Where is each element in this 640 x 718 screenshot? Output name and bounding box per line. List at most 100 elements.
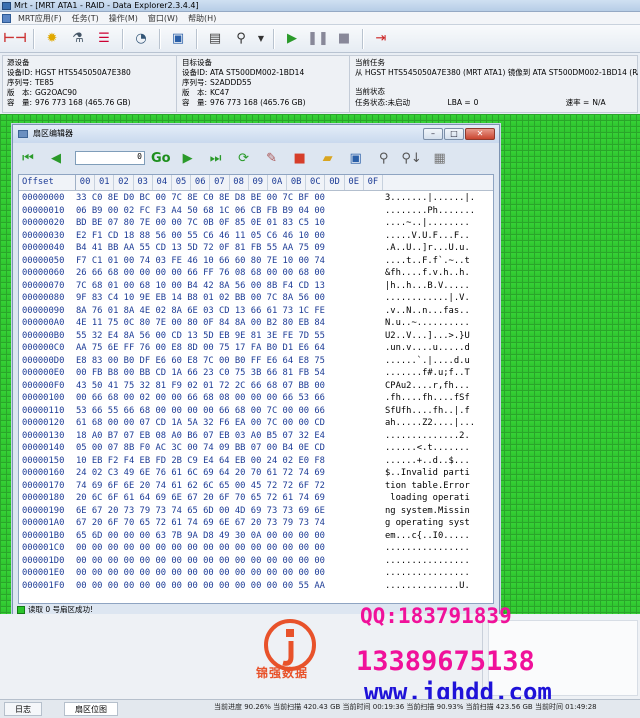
hex-row[interactable]: 000000E0 00 FB B8 00 BB CD 1A 66 23 C0 75… [19,367,493,380]
row-ascii[interactable]: .v..N..n...fas.. [383,305,493,318]
last-sector-button[interactable]: ⏭ [205,147,227,169]
menu-help[interactable]: 帮助(H) [183,13,221,24]
row-hex-bytes[interactable]: 00 00 00 00 00 00 00 00 00 00 00 00 00 0… [76,580,383,593]
row-hex-bytes[interactable]: 33 C0 8E D0 BC 00 7C 8E C0 8E D8 BE 00 7… [76,192,383,205]
close-button[interactable]: ✕ [465,128,495,140]
row-hex-bytes[interactable]: 20 6C 6F 61 64 69 6E 67 20 6F 70 65 72 6… [76,492,383,505]
row-hex-bytes[interactable]: 18 A0 B7 07 EB 08 A0 B6 07 EB 03 A0 B5 0… [76,430,383,443]
hex-row[interactable]: 000001F0 00 00 00 00 00 00 00 00 00 00 00… [19,580,493,593]
row-ascii[interactable]: ......`.|....d.u [383,355,493,368]
settings-button[interactable]: ✹ [41,28,63,50]
row-hex-bytes[interactable]: 65 6D 00 00 00 63 7B 9A D8 49 30 0A 00 0… [76,530,383,543]
row-hex-bytes[interactable]: 7C 68 01 00 68 10 00 B4 42 8A 56 00 8B F… [76,280,383,293]
probe-dropdown[interactable]: ▼ [256,28,266,50]
menu-mrt-app[interactable]: MRT应用(F) [13,13,67,24]
hex-row[interactable]: 00000130 18 A0 B7 07 EB 08 A0 B6 07 EB 03… [19,430,493,443]
row-ascii[interactable]: 3.......|......|. [383,192,493,205]
row-ascii[interactable]: tion table.Error [383,480,493,493]
row-ascii[interactable]: g operating syst [383,517,493,530]
row-hex-bytes[interactable]: 05 00 07 8B F0 AC 3C 00 74 09 BB 07 00 B… [76,442,383,455]
row-ascii[interactable]: .un.v....u.....d [383,342,493,355]
sector-editor-titlebar[interactable]: 扇区编辑器 – □ ✕ [13,125,499,143]
next-sector-button[interactable]: ▶ [177,147,199,169]
row-hex-bytes[interactable]: 00 00 00 00 00 00 00 00 00 00 00 00 00 0… [76,567,383,580]
row-hex-bytes[interactable]: 55 32 E4 8A 56 00 CD 13 5D EB 9E 81 3E F… [76,330,383,343]
menu-task[interactable]: 任务(T) [67,13,104,24]
hex-row[interactable]: 000000C0 AA 75 6E FF 76 00 E8 8D 00 75 17… [19,342,493,355]
find-button[interactable]: ⚲ [373,147,395,169]
row-hex-bytes[interactable]: 74 69 6F 6E 20 74 61 62 6C 65 00 45 72 7… [76,480,383,493]
hex-row[interactable]: 00000020 BD BE 07 80 7E 00 00 7C 0B 0F 85… [19,217,493,230]
row-hex-bytes[interactable]: BD BE 07 80 7E 00 00 7C 0B 0F 85 0E 01 8… [76,217,383,230]
hex-row[interactable]: 000000D0 E8 83 00 B0 DF E6 60 E8 7C 00 B0… [19,355,493,368]
refresh-button[interactable]: ⟳ [233,147,255,169]
find-next-button[interactable]: ⚲↓ [401,147,423,169]
layers-button[interactable]: ☰ [93,28,115,50]
row-hex-bytes[interactable]: AA 75 6E FF 76 00 E8 8D 00 75 17 FA B0 D… [76,342,383,355]
hex-row[interactable]: 00000180 20 6C 6F 61 64 69 6E 67 20 6F 70… [19,492,493,505]
go-button[interactable]: Go [151,151,171,166]
row-hex-bytes[interactable]: 00 00 00 00 00 00 00 00 00 00 00 00 00 0… [76,555,383,568]
hex-row[interactable]: 000000B0 55 32 E4 8A 56 00 CD 13 5D EB 9E… [19,330,493,343]
prev-sector-button[interactable]: ◀ [45,147,67,169]
row-ascii[interactable]: &fh....f.v.h..h. [383,267,493,280]
menu-operation[interactable]: 操作(M) [104,13,143,24]
row-hex-bytes[interactable]: B4 41 BB AA 55 CD 13 5D 72 0F 81 FB 55 A… [76,242,383,255]
tab-sector-map[interactable]: 扇区位图 [64,702,118,716]
row-ascii[interactable]: ............|.V. [383,292,493,305]
row-ascii[interactable]: .......f#.u;f..T [383,367,493,380]
hex-row[interactable]: 00000150 10 EB F2 F4 EB FD 2B C9 E4 64 EB… [19,455,493,468]
stop-read-button[interactable]: ■ [289,147,311,169]
row-hex-bytes[interactable]: 00 FB B8 00 BB CD 1A 66 23 C0 75 3B 66 8… [76,367,383,380]
hex-row[interactable]: 00000160 24 02 C3 49 6E 76 61 6C 69 64 20… [19,467,493,480]
row-hex-bytes[interactable]: F7 C1 01 00 74 03 FE 46 10 66 60 80 7E 1… [76,255,383,268]
row-hex-bytes[interactable]: E2 F1 CD 18 88 56 00 55 C6 46 11 05 C6 4… [76,230,383,243]
hex-row[interactable]: 000001A0 67 20 6F 70 65 72 61 74 69 6E 67… [19,517,493,530]
row-hex-bytes[interactable]: 10 EB F2 F4 EB FD 2B C9 E4 64 EB 00 24 0… [76,455,383,468]
tool-button[interactable]: ⚗ [67,28,89,50]
disconnect-button[interactable]: ⊢⊣ [3,28,27,50]
device-button[interactable]: ▤ [204,28,226,50]
stop-button[interactable]: ■ [333,28,355,50]
row-ascii[interactable]: ................ [383,555,493,568]
row-ascii[interactable]: ....~..|........ [383,217,493,230]
minimize-button[interactable]: – [423,128,443,140]
hex-row[interactable]: 000000F0 43 50 41 75 32 81 F9 02 01 72 2C… [19,380,493,393]
hex-row[interactable]: 000001D0 00 00 00 00 00 00 00 00 00 00 00… [19,555,493,568]
probe-button[interactable]: ⚲ [230,28,252,50]
row-ascii[interactable]: $..Invalid parti [383,467,493,480]
row-hex-bytes[interactable]: 24 02 C3 49 6E 76 61 6C 69 64 20 70 61 7… [76,467,383,480]
row-ascii[interactable]: ..............2. [383,430,493,443]
row-ascii[interactable]: CPAu2....r,fh... [383,380,493,393]
hex-row[interactable]: 000000A0 4E 11 75 0C 80 7E 00 80 0F 84 8A… [19,317,493,330]
row-hex-bytes[interactable]: 9F 83 C4 10 9E EB 14 B8 01 02 BB 00 7C 8… [76,292,383,305]
row-ascii[interactable]: ................ [383,567,493,580]
row-ascii[interactable]: .fh....fh....fSf [383,392,493,405]
hex-row[interactable]: 00000050 F7 C1 01 00 74 03 FE 46 10 66 60… [19,255,493,268]
row-ascii[interactable]: ah.....Z2....|... [383,417,493,430]
row-ascii[interactable]: .....V.U.F...F.. [383,230,493,243]
row-ascii[interactable]: ..............U. [383,580,493,593]
pause-button[interactable]: ❚❚ [307,28,329,50]
row-hex-bytes[interactable]: E8 83 00 B0 DF E6 60 E8 7C 00 B0 FF E6 6… [76,355,383,368]
row-ascii[interactable]: SfUfh....fh..|.f [383,405,493,418]
row-ascii[interactable]: ......<.t....... [383,442,493,455]
row-hex-bytes[interactable]: 43 50 41 75 32 81 F9 02 01 72 2C 66 68 0… [76,380,383,393]
row-ascii[interactable]: |h..h...B.V..... [383,280,493,293]
view-mode-button[interactable]: ▦ [429,147,451,169]
hex-row[interactable]: 00000070 7C 68 01 00 68 10 00 B4 42 8A 56… [19,280,493,293]
hex-row[interactable]: 00000120 61 68 00 00 07 CD 1A 5A 32 F6 EA… [19,417,493,430]
start-button[interactable]: ▶ [281,28,303,50]
hex-row[interactable]: 00000030 E2 F1 CD 18 88 56 00 55 C6 46 11… [19,230,493,243]
hex-row[interactable]: 000001E0 00 00 00 00 00 00 00 00 00 00 00… [19,567,493,580]
row-ascii[interactable]: em...c{..I0..... [383,530,493,543]
row-hex-bytes[interactable]: 00 66 68 00 02 00 00 66 68 08 00 00 00 6… [76,392,383,405]
row-ascii[interactable]: ....t..F.f`.~..t [383,255,493,268]
row-ascii[interactable]: .A..U..]r...U.u. [383,242,493,255]
hex-row[interactable]: 00000110 53 66 55 66 68 00 00 00 00 66 68… [19,405,493,418]
hex-view[interactable]: Offset 00 01 02 03 04 05 06 07 08 09 0A 0B 0C 0D 0E 0F … [18,174,494,604]
row-hex-bytes[interactable]: 8A 76 01 8A 4E 02 8A 6E 03 CD 13 66 61 7… [76,305,383,318]
row-hex-bytes[interactable]: 67 20 6F 70 65 72 61 74 69 6E 67 20 73 7… [76,517,383,530]
row-hex-bytes[interactable]: 53 66 55 66 68 00 00 00 00 66 68 00 7C 0… [76,405,383,418]
tab-log[interactable]: 日志 [4,702,42,716]
